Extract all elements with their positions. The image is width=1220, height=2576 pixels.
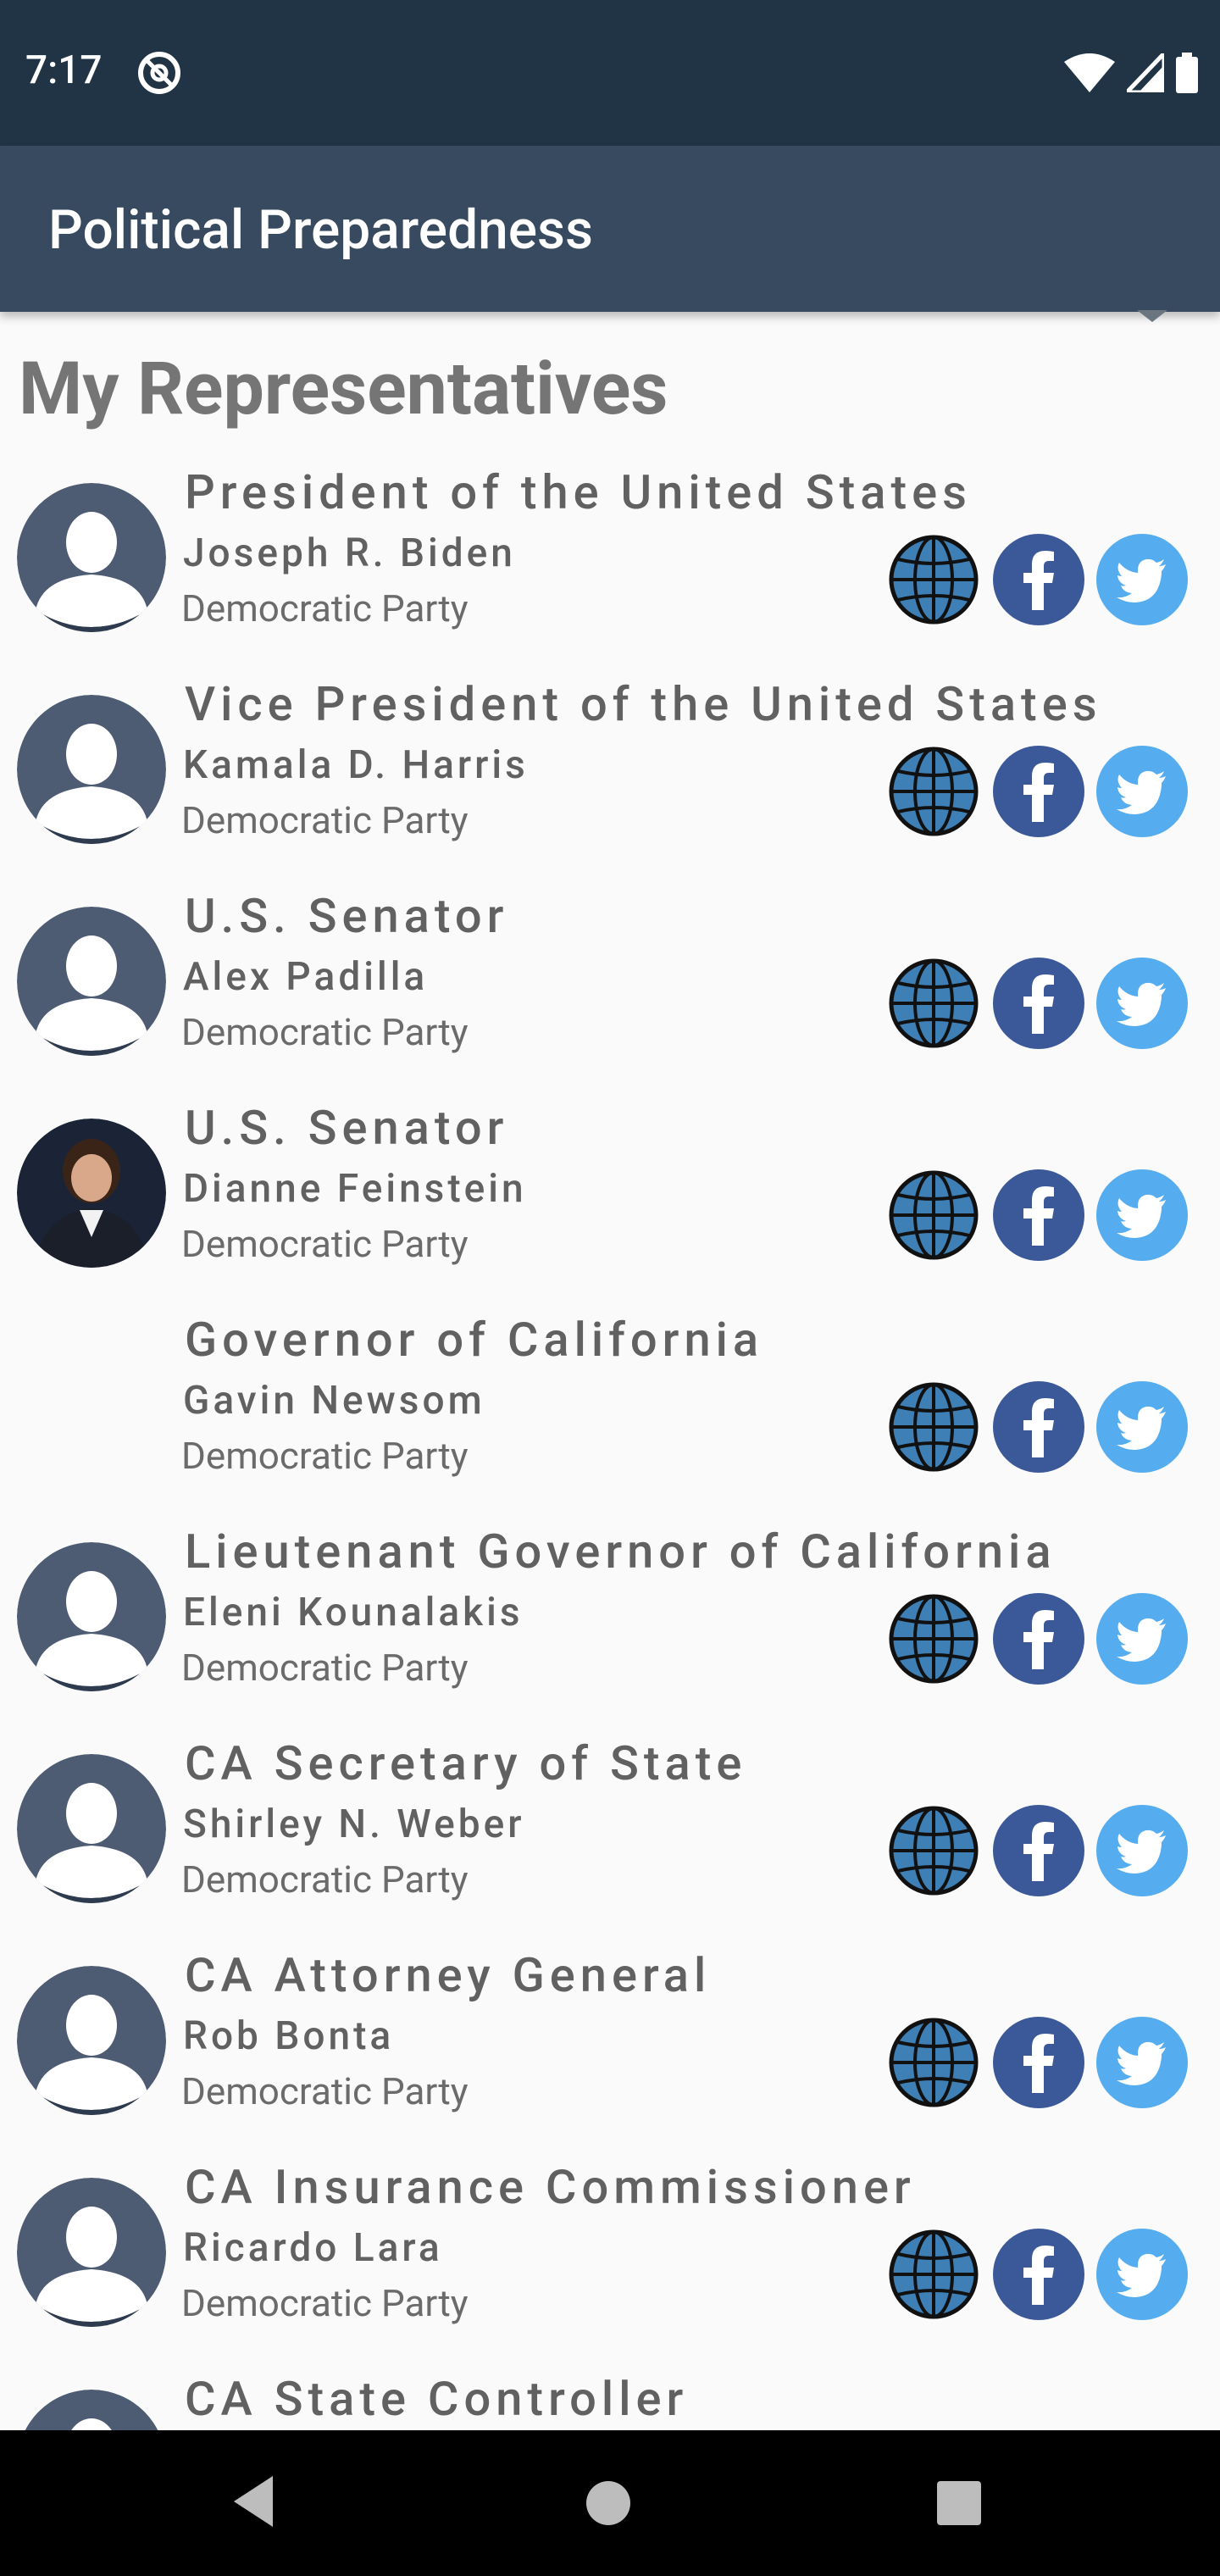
facebook-icon[interactable] [993,1805,1084,1896]
representative-name: Alex Padilla [183,954,429,1000]
twitter-icon[interactable] [1096,534,1188,625]
representative-office: U.S. Senator [185,888,509,944]
twitter-icon[interactable] [1096,1169,1188,1261]
representative-name: Gavin Newsom [183,1378,485,1424]
representative-name: Dianne Feinstein [183,1166,527,1212]
globe-icon[interactable] [888,958,979,1049]
representative-name: Joseph R. Biden [183,530,516,576]
representative-party: Democratic Party [181,1646,469,1690]
representative-name: Rob Bonta [183,2013,395,2059]
representative-row[interactable]: U.S. Senator Dianne Feinstein Democratic P… [0,1100,1220,1312]
representative-office: U.S. Senator [185,1100,509,1156]
app-bar: Political Preparedness [0,146,1220,312]
representative-party: Democratic Party [181,1222,469,1266]
representative-party: Democratic Party [181,2281,469,2325]
globe-icon[interactable] [888,1805,979,1896]
representative-name: Shirley N. Weber [183,1802,525,1847]
avatar-placeholder-icon [17,1542,166,1691]
avatar-placeholder-icon [17,907,166,1056]
signal-icon [1127,53,1164,92]
representative-party: Democratic Party [181,1857,469,1901]
globe-icon[interactable] [888,1381,979,1473]
app-title: Political Preparedness [48,198,593,262]
twitter-icon[interactable] [1096,2229,1188,2320]
representative-row[interactable]: Vice President of the United States Kamal… [0,676,1220,888]
section-title: My Representatives [19,346,668,431]
representative-row[interactable]: President of the United States Joseph R. … [0,464,1220,676]
globe-icon[interactable] [888,1593,979,1685]
status-bar: 7:17 [0,0,1220,146]
representative-office: CA State Controller [185,2371,689,2427]
facebook-icon[interactable] [993,1169,1084,1261]
representative-office: CA Insurance Commissioner [185,2159,916,2215]
representative-name: Ricardo Lara [183,2225,443,2271]
globe-icon[interactable] [888,2229,979,2320]
home-icon[interactable] [586,2481,630,2525]
facebook-icon[interactable] [993,1381,1084,1473]
avatar-placeholder-icon [17,1754,166,1903]
globe-icon[interactable] [888,746,979,837]
status-icons [1064,49,1198,97]
at-sign-icon [138,52,180,94]
navigation-bar [0,2430,1220,2576]
representative-row[interactable]: CA Insurance Commissioner Ricardo Lara Dem… [0,2159,1220,2371]
representative-party: Democratic Party [181,798,469,842]
representative-party: Democratic Party [181,2069,469,2113]
facebook-icon[interactable] [993,746,1084,837]
representative-office: Governor of California [185,1312,764,1368]
representative-office: CA Secretary of State [185,1735,747,1791]
avatar-placeholder-icon [17,2178,166,2327]
wifi-icon [1064,53,1115,92]
representative-row[interactable]: CA State Controller [0,2371,1220,2430]
twitter-icon[interactable] [1096,2017,1188,2108]
representative-row[interactable]: U.S. Senator Alex Padilla Democratic Party [0,888,1220,1100]
representative-row[interactable]: Governor of California Gavin Newsom Democr… [0,1312,1220,1524]
representative-office: Vice President of the United States [185,676,1102,732]
back-icon[interactable] [229,2473,276,2530]
representative-row[interactable]: Lieutenant Governor of California Eleni K… [0,1524,1220,1735]
facebook-icon[interactable] [993,2229,1084,2320]
recents-icon[interactable] [937,2481,981,2525]
globe-icon[interactable] [888,534,979,625]
representative-row[interactable]: CA Secretary of State Shirley N. Weber Dem… [0,1735,1220,1947]
representative-name: Kamala D. Harris [183,742,529,788]
globe-icon[interactable] [888,2017,979,2108]
main-content[interactable]: My Representatives President of the Unit… [0,312,1220,2430]
twitter-icon[interactable] [1096,1805,1188,1896]
representative-photo [17,1119,166,1268]
status-time: 7:17 [25,47,103,93]
globe-icon[interactable] [888,1169,979,1261]
avatar-placeholder-icon [17,1966,166,2115]
representative-office: President of the United States [185,464,972,520]
twitter-icon[interactable] [1096,746,1188,837]
facebook-icon[interactable] [993,958,1084,1049]
facebook-icon[interactable] [993,534,1084,625]
representative-office: CA Attorney General [185,1947,712,2003]
avatar-placeholder-icon [17,695,166,844]
representative-row[interactable]: CA Attorney General Rob Bonta Democratic P… [0,1947,1220,2159]
twitter-icon[interactable] [1096,1381,1188,1473]
representative-party: Democratic Party [181,586,469,630]
representative-office: Lieutenant Governor of California [185,1524,1056,1579]
twitter-icon[interactable] [1096,1593,1188,1685]
representative-party: Democratic Party [181,1010,469,1054]
representative-party: Democratic Party [181,1434,469,1478]
representative-name: Eleni Kounalakis [183,1590,524,1635]
avatar-placeholder-icon [17,2390,166,2430]
facebook-icon[interactable] [993,2017,1084,2108]
facebook-icon[interactable] [993,1593,1084,1685]
avatar-placeholder-icon [17,483,166,632]
battery-icon [1176,53,1198,93]
twitter-icon[interactable] [1096,958,1188,1049]
